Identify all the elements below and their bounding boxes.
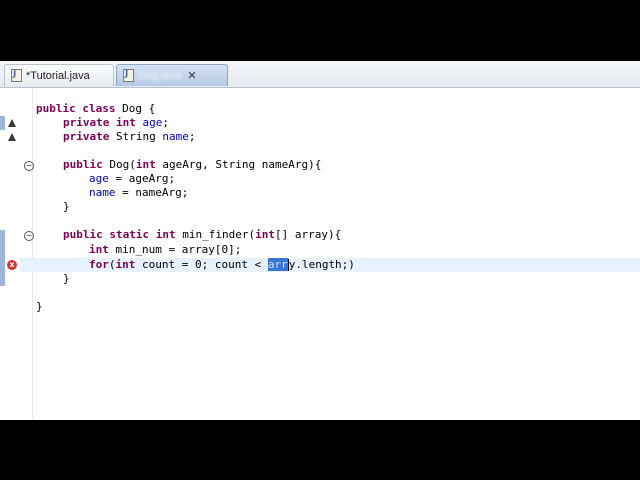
editor-tab-bar: *Tutorial.java Dog.java ✕: [0, 61, 640, 88]
code-line: public static int min_finder(int[] array…: [63, 228, 342, 241]
override-icon: [8, 133, 16, 141]
editor-window: *Tutorial.java Dog.java ✕ − − x public c…: [0, 61, 640, 420]
tab-tutorial-java[interactable]: *Tutorial.java: [4, 64, 114, 86]
code-line: private int age;: [63, 116, 169, 129]
tab-label: Dog.java: [138, 69, 182, 82]
java-file-icon: [123, 69, 134, 82]
code-line: age = ageArg;: [89, 172, 176, 185]
code-line: private String name;: [63, 130, 196, 143]
code-line: int min_num = array[0];: [89, 243, 242, 256]
tab-label: *Tutorial.java: [26, 69, 90, 82]
code-editor[interactable]: − − x public class Dog { private int age…: [0, 88, 640, 420]
code-line-current: for(int count = 0; count < arry.length;): [89, 258, 355, 271]
override-icon: [8, 119, 16, 127]
change-marker: [0, 230, 5, 286]
code-line: name = nameArg;: [89, 186, 189, 199]
error-icon[interactable]: x: [7, 260, 17, 270]
letterbox-bottom: [0, 420, 640, 480]
letterbox-top: [0, 0, 640, 61]
tab-dog-java[interactable]: Dog.java ✕: [116, 64, 228, 86]
code-line: }: [63, 272, 70, 285]
fold-icon[interactable]: −: [24, 161, 34, 171]
code-line: public Dog(int ageArg, String nameArg){: [63, 158, 322, 171]
code-line: }: [36, 300, 43, 313]
text-selection: arr: [267, 258, 288, 271]
code-line: }: [63, 200, 70, 213]
fold-icon[interactable]: −: [24, 231, 34, 241]
java-file-icon: [11, 69, 22, 82]
close-icon[interactable]: ✕: [187, 70, 196, 81]
code-line: public class Dog {: [36, 102, 156, 115]
change-marker: [0, 116, 5, 130]
